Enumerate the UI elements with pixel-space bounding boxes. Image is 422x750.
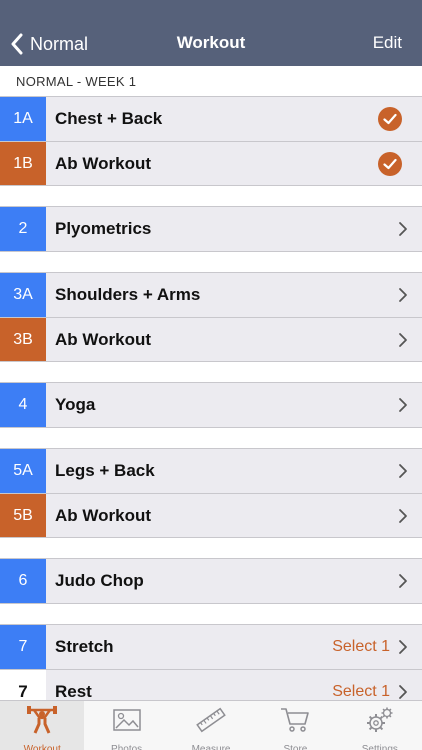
tab-workout[interactable]: Workout <box>0 701 85 750</box>
workout-title: Judo Chop <box>55 571 144 590</box>
group-spacer <box>0 428 422 448</box>
workout-group: 3A Shoulders + Arms 3B Ab Workout <box>0 272 422 362</box>
row-accessory <box>398 273 408 317</box>
workout-row[interactable]: 6 Judo Chop <box>0 559 422 603</box>
tab-measure[interactable]: Measure <box>169 701 253 750</box>
workout-title: Plyometrics <box>55 219 152 238</box>
group-spacer <box>0 538 422 558</box>
workout-row[interactable]: 1B Ab Workout <box>0 141 422 185</box>
chevron-right-icon <box>399 332 407 347</box>
chevron-right-icon <box>399 508 407 523</box>
row-accessory <box>398 383 408 427</box>
completed-check-icon <box>378 107 402 131</box>
workout-number-badge: 4 <box>0 383 46 427</box>
chevron-right-icon <box>399 288 407 302</box>
tab-label: Workout <box>23 744 61 750</box>
workout-title: Legs + Back <box>55 461 155 480</box>
workout-row[interactable]: 3B Ab Workout <box>0 317 422 361</box>
tab-label: Photos <box>111 744 143 750</box>
workout-title: Ab Workout <box>55 329 152 349</box>
workout-group: 5A Legs + Back 5B Ab Workout <box>0 448 422 538</box>
workout-row[interactable]: 3A Shoulders + Arms <box>0 273 422 317</box>
workout-number-badge: 6 <box>0 559 46 603</box>
workout-number-badge: 1B <box>0 142 46 185</box>
workout-row[interactable]: 1A Chest + Back <box>0 97 422 141</box>
row-accessory <box>378 97 408 141</box>
weightlifter-icon <box>26 705 58 740</box>
row-accessory <box>398 207 408 251</box>
workout-number-badge: 7 <box>0 625 46 669</box>
workout-list: 1A Chest + Back 1B Ab Workout 2 Plyometrics 3A… <box>0 96 422 714</box>
workout-group: 2 Plyometrics <box>0 206 422 252</box>
workout-row[interactable]: 7 Stretch Select 1 <box>0 625 422 669</box>
ruler-icon <box>195 705 227 740</box>
tab-store[interactable]: Store <box>253 701 337 750</box>
tab-label: Measure <box>191 744 231 750</box>
workout-group: 1A Chest + Back 1B Ab Workout <box>0 96 422 186</box>
chevron-right-icon <box>399 574 407 588</box>
row-accessory <box>398 559 408 603</box>
chevron-right-icon <box>399 398 407 412</box>
workout-number-badge: 2 <box>0 207 46 251</box>
workout-group: 4 Yoga <box>0 382 422 428</box>
tab-bar: Workout Photos Measure Store Settings <box>0 700 422 750</box>
row-accessory <box>398 318 408 361</box>
group-spacer <box>0 252 422 272</box>
workout-number-badge: 3B <box>0 318 46 361</box>
row-accessory <box>378 142 408 185</box>
workout-row[interactable]: 2 Plyometrics <box>0 207 422 251</box>
row-accessory <box>398 449 408 493</box>
row-accessory <box>398 494 408 537</box>
workout-title: Shoulders + Arms <box>55 285 201 304</box>
photo-icon <box>111 705 143 740</box>
chevron-right-icon <box>399 222 407 236</box>
section-header-label: NORMAL - WEEK 1 <box>16 74 137 89</box>
workout-title: Ab Workout <box>55 153 152 173</box>
navigation-bar: Normal Workout Edit <box>0 0 422 66</box>
select-detail-label[interactable]: Select 1 <box>332 638 390 656</box>
group-spacer <box>0 362 422 382</box>
edit-button[interactable]: Edit <box>373 33 402 53</box>
tab-label: Settings <box>361 744 398 750</box>
workout-title: Ab Workout <box>55 505 152 525</box>
chevron-right-icon <box>399 640 407 654</box>
tab-photos[interactable]: Photos <box>84 701 168 750</box>
workout-number-badge: 3A <box>0 273 46 317</box>
workout-number-badge: 5B <box>0 494 46 537</box>
section-header: NORMAL - WEEK 1 <box>0 66 422 96</box>
workout-group: 6 Judo Chop <box>0 558 422 604</box>
workout-row[interactable]: 5B Ab Workout <box>0 493 422 537</box>
workout-number-badge: 1A <box>0 97 46 141</box>
group-spacer <box>0 186 422 206</box>
page-title: Workout <box>176 33 246 52</box>
chevron-right-icon <box>399 684 407 699</box>
select-detail-label[interactable]: Select 1 <box>332 683 390 701</box>
gears-icon <box>364 705 396 740</box>
tab-settings[interactable]: Settings <box>338 701 422 750</box>
row-accessory: Select 1 <box>332 625 408 669</box>
chevron-right-icon <box>399 464 407 478</box>
group-spacer <box>0 604 422 624</box>
workout-row[interactable]: 5A Legs + Back <box>0 449 422 493</box>
cart-icon <box>279 705 311 740</box>
tab-label: Store <box>283 744 308 750</box>
workout-row[interactable]: 4 Yoga <box>0 383 422 427</box>
workout-title: Chest + Back <box>55 109 163 128</box>
workout-title: Yoga <box>55 395 96 414</box>
workout-number-badge: 5A <box>0 449 46 493</box>
completed-check-icon <box>378 151 402 176</box>
